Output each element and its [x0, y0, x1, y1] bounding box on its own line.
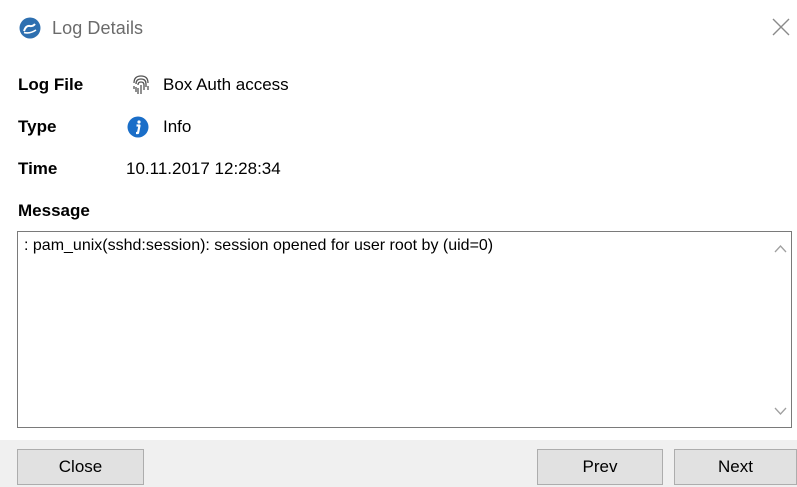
scroll-down-icon[interactable] [774, 406, 787, 416]
prev-button[interactable]: Prev [537, 449, 663, 485]
info-icon [127, 116, 149, 138]
title-bar: Log Details [0, 0, 797, 60]
close-button[interactable]: Close [17, 449, 144, 485]
close-icon[interactable] [770, 16, 792, 38]
vertical-scrollbar[interactable] [770, 232, 791, 427]
time-value: 10.11.2017 12:28:34 [126, 159, 281, 178]
fingerprint-icon [133, 75, 149, 94]
time-label: Time [18, 159, 58, 178]
app-logo-icon [19, 17, 41, 39]
type-label: Type [18, 117, 57, 136]
log-file-value: Box Auth access [163, 75, 289, 94]
next-button[interactable]: Next [674, 449, 797, 485]
message-textbox[interactable]: : pam_unix(sshd:session): session opened… [17, 231, 792, 428]
button-bar: Close Prev Next [0, 440, 797, 487]
scroll-up-icon[interactable] [774, 244, 787, 254]
window-title: Log Details [52, 18, 144, 38]
message-text: : pam_unix(sshd:session): session opened… [24, 237, 494, 254]
type-value: Info [163, 117, 192, 136]
message-label: Message [18, 201, 90, 220]
log-file-label: Log File [18, 75, 84, 94]
